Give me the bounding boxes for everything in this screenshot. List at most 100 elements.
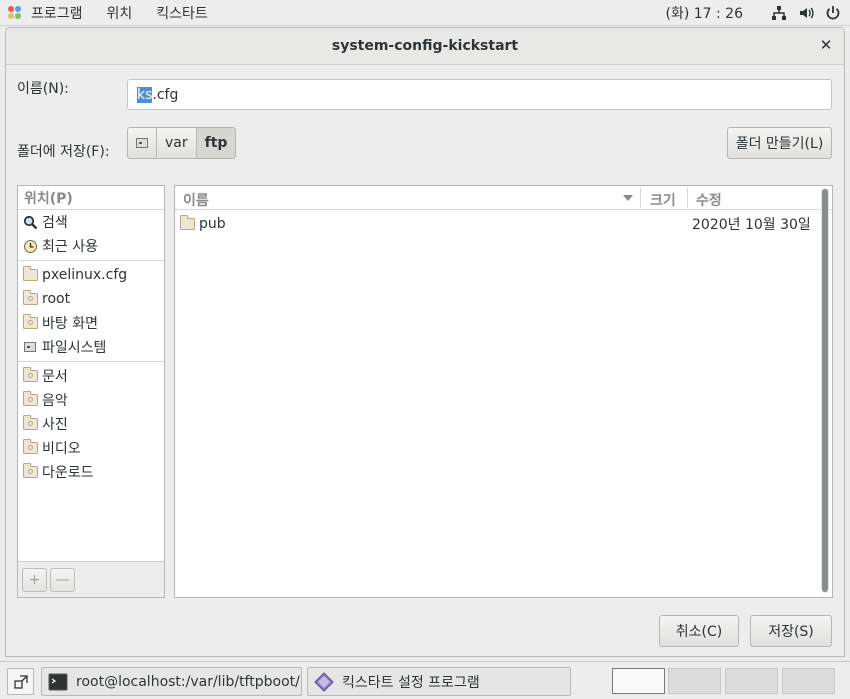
- places-toolbar: + —: [18, 561, 164, 597]
- drive-icon: [136, 138, 148, 148]
- applications-label: 프로그램: [31, 5, 83, 22]
- dialog-titlebar[interactable]: system-config-kickstart ✕: [6, 28, 844, 65]
- kickstart-icon: [314, 671, 334, 692]
- create-folder-button[interactable]: 폴더 만들기(L): [727, 127, 832, 159]
- place-label: 파일시스템: [42, 340, 107, 356]
- place-documents[interactable]: 문서: [18, 364, 164, 388]
- documents-folder-icon: [22, 367, 38, 384]
- place-label: 검색: [42, 215, 68, 231]
- task-kickstart[interactable]: 킥스타트 설정 프로그램: [307, 667, 571, 696]
- place-videos[interactable]: 비디오: [18, 436, 164, 460]
- search-icon: [22, 214, 38, 230]
- place-label: 다운로드: [42, 465, 94, 481]
- network-icon[interactable]: [770, 4, 788, 22]
- place-root[interactable]: root: [18, 287, 164, 311]
- home-folder-icon: [22, 290, 38, 307]
- column-size[interactable]: 크기: [650, 190, 676, 210]
- pictures-folder-icon: [22, 415, 38, 432]
- column-divider: [687, 188, 688, 208]
- terminal-icon: [48, 673, 68, 691]
- task-terminal[interactable]: root@localhost:/var/lib/tftpboot/px…: [41, 667, 302, 696]
- place-search[interactable]: 검색: [18, 210, 164, 234]
- workspace-4[interactable]: [782, 668, 835, 694]
- dialog-title: system-config-kickstart: [331, 38, 519, 54]
- downloads-folder-icon: [22, 463, 38, 480]
- place-downloads[interactable]: 다운로드: [18, 460, 164, 484]
- add-bookmark-button[interactable]: +: [22, 568, 47, 592]
- places-menu[interactable]: 위치: [95, 0, 145, 25]
- place-pictures[interactable]: 사진: [18, 412, 164, 436]
- folder-icon: [22, 266, 38, 283]
- top-panel: 프로그램 위치 킥스타트 (화) 17 : 26: [0, 0, 850, 26]
- applications-icon: [8, 5, 22, 20]
- column-divider: [640, 188, 641, 208]
- place-label: 비디오: [42, 441, 81, 457]
- show-desktop-icon: [13, 674, 28, 689]
- name-row: 이름(N):: [17, 78, 127, 98]
- path-bar: var ftp: [127, 127, 237, 159]
- save-dialog: system-config-kickstart ✕ 이름(N): ks .cfg …: [5, 27, 845, 657]
- file-name-cell: pub: [179, 215, 226, 232]
- table-row[interactable]: pub 2020년 10월 30일: [175, 212, 820, 236]
- save-button[interactable]: 저장(S): [750, 615, 832, 647]
- desktop-folder-icon: [22, 314, 38, 331]
- workspace-2[interactable]: [668, 668, 721, 694]
- folder-label: 폴더에 저장(F):: [17, 144, 110, 160]
- app-menu[interactable]: 킥스타트: [144, 0, 220, 25]
- sort-arrow-icon: [623, 195, 633, 201]
- place-label: 문서: [42, 369, 68, 385]
- place-music[interactable]: 음악: [18, 388, 164, 412]
- top-menu: 프로그램 위치 킥스타트: [0, 0, 220, 25]
- place-pxelinux[interactable]: pxelinux.cfg: [18, 263, 164, 287]
- place-recent[interactable]: 최근 사용: [18, 234, 164, 258]
- place-label: 사진: [42, 417, 68, 433]
- path-ftp-button[interactable]: ftp: [196, 127, 237, 159]
- videos-folder-icon: [22, 439, 38, 456]
- place-label: root: [42, 291, 71, 307]
- drive-icon: [22, 339, 38, 355]
- column-name[interactable]: 이름: [183, 190, 209, 210]
- column-modified[interactable]: 수정: [696, 190, 722, 210]
- file-list-header: 이름 크기 수정: [175, 186, 832, 210]
- applications-menu[interactable]: 프로그램: [0, 0, 95, 25]
- workspace-3[interactable]: [725, 668, 778, 694]
- app-menu-label: 킥스타트: [156, 5, 208, 22]
- vertical-scrollbar[interactable]: [821, 188, 829, 593]
- task-label: 킥스타트 설정 프로그램: [342, 674, 480, 691]
- power-icon[interactable]: [824, 4, 842, 22]
- places-label: 위치: [106, 5, 133, 22]
- file-list: 이름 크기 수정 pub 2020년 10월 30일: [174, 185, 833, 598]
- filename-rest-text: .cfg: [152, 86, 179, 103]
- scrollbar-thumb[interactable]: [822, 189, 828, 592]
- places-separator: [18, 361, 164, 362]
- place-label: 최근 사용: [42, 239, 98, 255]
- bottom-taskbar: root@localhost:/var/lib/tftpboot/px… 킥스타…: [0, 661, 850, 699]
- close-icon[interactable]: ✕: [818, 37, 834, 53]
- filename-input[interactable]: ks .cfg: [127, 79, 832, 110]
- folder-icon: [179, 215, 195, 232]
- status-area: (화) 17 : 26: [665, 0, 850, 25]
- volume-icon[interactable]: [797, 4, 815, 22]
- clock[interactable]: (화) 17 : 26: [665, 3, 743, 23]
- places-separator: [18, 260, 164, 261]
- cancel-button[interactable]: 취소(C): [659, 615, 739, 647]
- filename-selected-text: ks: [137, 86, 153, 103]
- file-modified: 2020년 10월 30일: [692, 217, 811, 233]
- path-root-button[interactable]: [127, 127, 157, 159]
- workspace-1[interactable]: [612, 668, 665, 694]
- path-var-button[interactable]: var: [157, 127, 197, 159]
- music-folder-icon: [22, 391, 38, 408]
- place-label: 음악: [42, 393, 68, 409]
- places-header: 위치(P): [18, 186, 164, 210]
- recent-icon: [22, 238, 38, 254]
- remove-bookmark-button[interactable]: —: [50, 568, 75, 592]
- file-name: pub: [199, 216, 226, 232]
- place-label: pxelinux.cfg: [42, 267, 128, 283]
- place-desktop[interactable]: 바탕 화면: [18, 311, 164, 335]
- name-label: 이름(N):: [17, 81, 69, 97]
- show-desktop-button[interactable]: [7, 668, 34, 695]
- place-filesystem[interactable]: 파일시스템: [18, 335, 164, 359]
- task-label: root@localhost:/var/lib/tftpboot/px…: [76, 673, 301, 690]
- place-label: 바탕 화면: [42, 316, 98, 332]
- places-sidebar: 위치(P) 검색 최근 사용 pxelinux.cfg root 바탕 화면 파…: [17, 185, 165, 598]
